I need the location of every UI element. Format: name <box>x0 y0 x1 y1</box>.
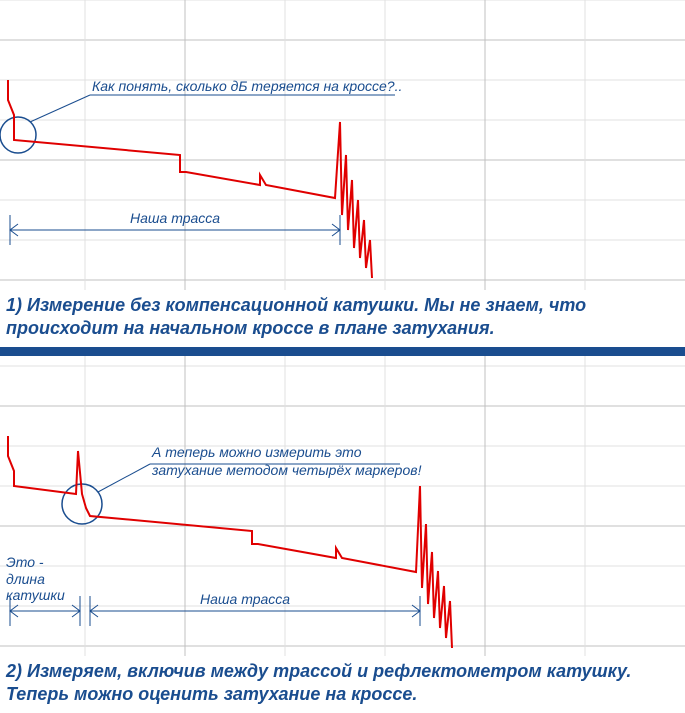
cross-highlight-circle <box>0 117 36 153</box>
otdr-trace-1 <box>8 80 372 278</box>
caption-1: 1) Измерение без компенсационной катушки… <box>0 290 685 348</box>
grid-1 <box>0 0 685 290</box>
caption-2: 2) Измеряем, включив между трассой и реф… <box>0 656 685 713</box>
separator <box>0 348 685 356</box>
panel-with-coil: А теперь можно измерить это затухание ме… <box>0 356 685 656</box>
grid-2 <box>0 356 685 656</box>
panel-without-coil: Как понять, сколько дБ теряется на кросс… <box>0 0 685 290</box>
